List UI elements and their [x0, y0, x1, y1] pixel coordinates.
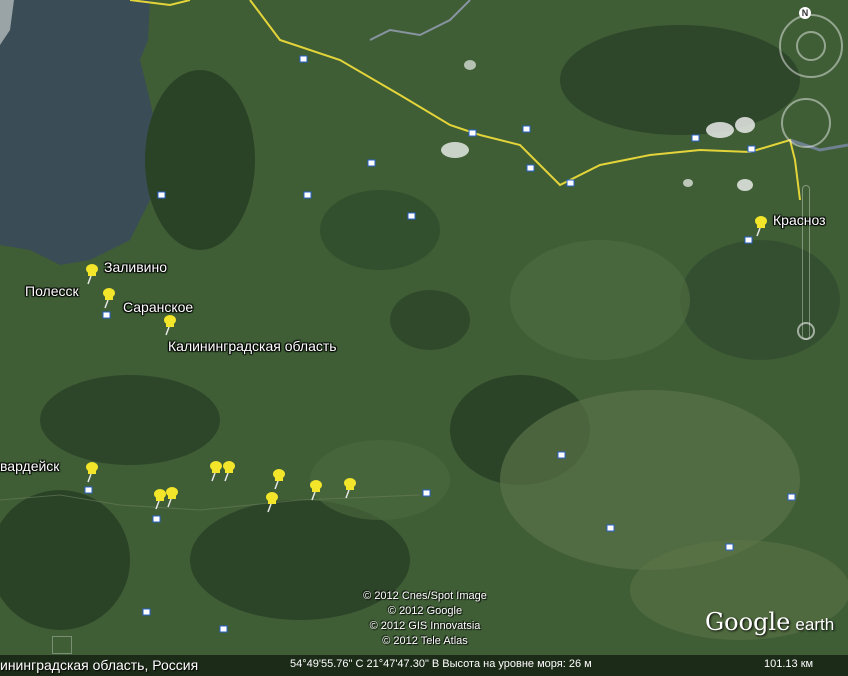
- credit-line: © 2012 Tele Atlas: [382, 635, 468, 647]
- place-label-polessk[interactable]: Полесск: [25, 283, 79, 299]
- north-icon[interactable]: N: [799, 7, 811, 19]
- pushpin-icon[interactable]: [82, 460, 100, 486]
- pushpin-icon[interactable]: [751, 214, 769, 240]
- map-viewport[interactable]: Заливино Полесск Саранское Калининградск…: [0, 0, 848, 676]
- grid-icon: [52, 636, 72, 654]
- pushpin-icon[interactable]: [160, 313, 178, 339]
- move-navigation-ring[interactable]: [781, 98, 831, 148]
- pushpin-icon[interactable]: [340, 476, 358, 502]
- pushpin-icon[interactable]: [306, 478, 324, 504]
- zoom-slider[interactable]: [802, 185, 810, 340]
- zoom-slider-handle[interactable]: [797, 322, 815, 340]
- status-coordinates: 54°49'55.76" С 21°47'47.30" В Высота на …: [290, 658, 592, 670]
- place-label-gvardeysk[interactable]: вардейск: [0, 458, 59, 474]
- imagery-credits: © 2012 Cnes/Spot Image © 2012 Google © 2…: [345, 589, 505, 649]
- place-label-zalivino[interactable]: Заливино: [104, 259, 167, 275]
- place-label-region[interactable]: Калининградская область: [168, 338, 337, 354]
- logo-google-text: Google: [705, 608, 791, 636]
- pushpin-icon[interactable]: [219, 459, 237, 485]
- credit-line: © 2012 Google: [387, 605, 463, 617]
- google-earth-logo: Google earth: [705, 608, 834, 636]
- look-joystick[interactable]: [796, 31, 826, 61]
- status-eye-altitude: 101.13 км: [764, 658, 814, 670]
- credit-line: © 2012 GIS Innovatsia: [369, 620, 481, 632]
- status-region-name: ининградская область, Россия: [0, 657, 199, 673]
- pushpin-icon[interactable]: [82, 262, 100, 288]
- place-label-krasnoz[interactable]: Красноз: [773, 212, 826, 228]
- pushpin-icon[interactable]: [162, 485, 180, 511]
- pushpin-icon[interactable]: [262, 490, 280, 516]
- satellite-imagery: [0, 0, 848, 676]
- pushpin-icon[interactable]: [99, 286, 117, 312]
- place-label-saranskoe[interactable]: Саранское: [123, 299, 193, 315]
- logo-earth-text: earth: [795, 615, 835, 634]
- credit-line: © 2012 Cnes/Spot Image: [363, 590, 487, 602]
